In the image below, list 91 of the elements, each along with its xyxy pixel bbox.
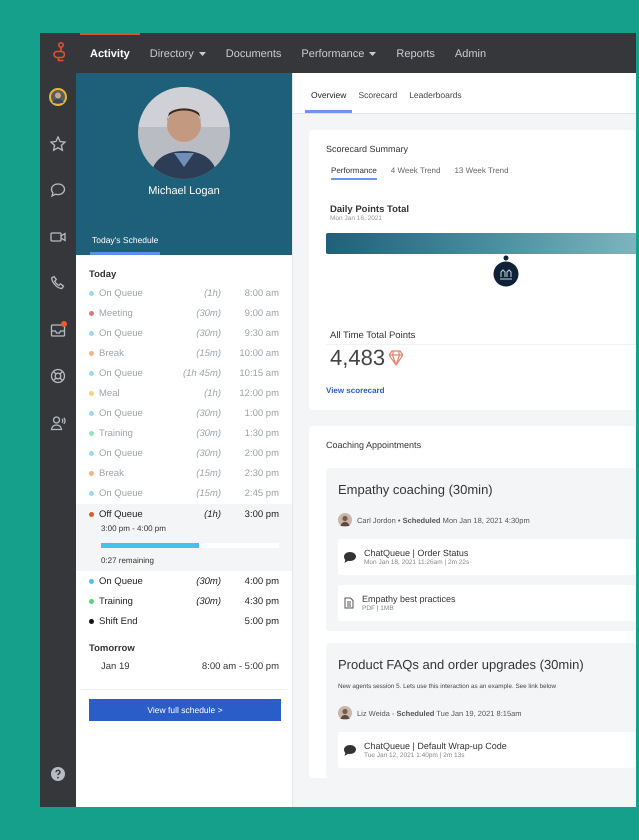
time-text: 1:30 pm xyxy=(244,428,279,440)
chat-icon[interactable] xyxy=(49,181,67,200)
activity-name: On Queue xyxy=(99,448,144,460)
activity-name: Training xyxy=(99,428,134,440)
time-text: 10:00 am xyxy=(238,348,279,359)
activity-name: Shift End xyxy=(99,616,139,627)
activity-name: Training xyxy=(99,596,134,607)
duration-text: (15m) xyxy=(195,348,222,359)
duration-text: (30m) xyxy=(195,596,222,607)
duration-text: (1h) xyxy=(203,508,222,520)
hours-text: 8:00 am - 5:00 pm xyxy=(202,660,279,672)
section-title: All Time Total Points xyxy=(329,330,416,341)
time-text: 10:15 am xyxy=(238,368,279,379)
activity-name: On Queue xyxy=(99,488,144,500)
appointment-title: Product FAQs and order upgrades (30min) xyxy=(338,657,585,672)
nav-item[interactable]: Directory xyxy=(140,33,216,73)
nav-item[interactable]: Documents xyxy=(216,33,292,73)
activity-name: On Queue xyxy=(99,368,144,379)
time-text: 2:00 pm xyxy=(244,448,279,460)
section-heading: Tomorrow xyxy=(89,643,136,654)
avatar-icon xyxy=(338,706,352,720)
time-text: 4:00 pm xyxy=(244,576,279,587)
duration-text: (30m) xyxy=(195,448,222,460)
chat-bubble-icon xyxy=(344,552,356,562)
tab[interactable]: Scorecard xyxy=(352,90,404,113)
duration-text: (30m) xyxy=(195,428,222,440)
tab[interactable]: Overview xyxy=(305,90,352,113)
duration-text: (1h) xyxy=(203,388,222,400)
points-total: 4,483 xyxy=(330,345,386,371)
date-text: Jan 19 xyxy=(101,660,130,672)
time-text: 8:00 am xyxy=(244,288,279,299)
activity-name: Off Queue xyxy=(99,508,144,520)
caret-icon xyxy=(198,52,206,56)
gem-icon xyxy=(389,350,404,366)
nav-item[interactable]: Admin xyxy=(444,33,496,73)
time-text: 2:30 pm xyxy=(244,468,279,480)
remaining-text: 0:27 remaining xyxy=(100,556,155,566)
tab[interactable]: Performance xyxy=(331,166,377,180)
document-icon xyxy=(344,597,354,609)
activity-name: On Queue xyxy=(99,576,144,587)
headset-person-icon[interactable] xyxy=(49,414,67,432)
time-text: 3:00 pm xyxy=(244,508,279,520)
duration-text: (1h 45m) xyxy=(182,368,222,379)
avatar-icon xyxy=(338,513,352,527)
schedule-tab[interactable]: Today's Schedule xyxy=(90,235,160,255)
time-text: 12:00 pm xyxy=(238,388,279,400)
activity-name: On Queue xyxy=(99,328,144,339)
help-icon[interactable] xyxy=(51,766,65,781)
caret-icon xyxy=(369,52,376,56)
card-title: Scorecard Summary xyxy=(326,144,410,154)
card-title: Coaching Appointments xyxy=(326,440,422,450)
tab[interactable]: 4 Week Trend xyxy=(390,166,440,180)
nav-item[interactable]: Reports xyxy=(386,33,445,73)
time-range: 3:00 pm - 4:00 pm xyxy=(100,524,167,536)
profile-name: Michael Logan xyxy=(148,185,220,197)
activity-name: Meal xyxy=(99,388,121,400)
duration-text: (15m) xyxy=(195,468,222,480)
nav-item[interactable]: Performance xyxy=(291,33,386,73)
appointment-title: Empathy coaching (30min) xyxy=(338,482,494,497)
section-heading: Today xyxy=(89,269,118,280)
time-text: 1:00 pm xyxy=(244,408,279,420)
activity-name: Meeting xyxy=(99,308,134,319)
attachment-title: Empathy best practices xyxy=(362,594,456,604)
notification-dot xyxy=(61,320,67,326)
duration-text: (30m) xyxy=(195,308,222,319)
attachment-title: ChatQueue | Order Status xyxy=(364,548,470,558)
time-text: 9:00 am xyxy=(244,308,279,319)
time-text: 5:00 pm xyxy=(244,616,279,627)
attachment-title: ChatQueue | Default Wrap-up Code xyxy=(364,741,507,751)
time-text: 4:30 pm xyxy=(244,596,279,607)
activity-name: Break xyxy=(99,348,125,359)
person-avatar-icon[interactable] xyxy=(49,88,67,106)
tab[interactable]: Leaderboards xyxy=(403,90,468,113)
duration-text: (30m) xyxy=(195,576,222,587)
logo-icon xyxy=(51,42,65,64)
activity-name: Break xyxy=(99,468,125,480)
duration-text: (30m) xyxy=(195,328,222,339)
view-scorecard-link[interactable]: View scorecard xyxy=(326,386,385,395)
chat-bubble-icon xyxy=(344,744,356,756)
tab[interactable]: 13 Week Trend xyxy=(454,166,509,180)
section-title: Daily Points Total xyxy=(329,204,410,215)
star-icon[interactable] xyxy=(49,134,67,153)
view-schedule-button[interactable]: View full schedule > xyxy=(89,699,281,722)
duration-text: (15m) xyxy=(195,488,222,500)
duration-text: (30m) xyxy=(195,408,222,420)
time-text: 9:30 am xyxy=(244,328,279,339)
activity-name: On Queue xyxy=(99,288,144,299)
lifebuoy-icon[interactable] xyxy=(49,367,67,386)
time-text: 2:45 pm xyxy=(244,488,279,500)
duration-text: (1h) xyxy=(203,288,222,299)
activity-name: On Queue xyxy=(99,408,144,420)
